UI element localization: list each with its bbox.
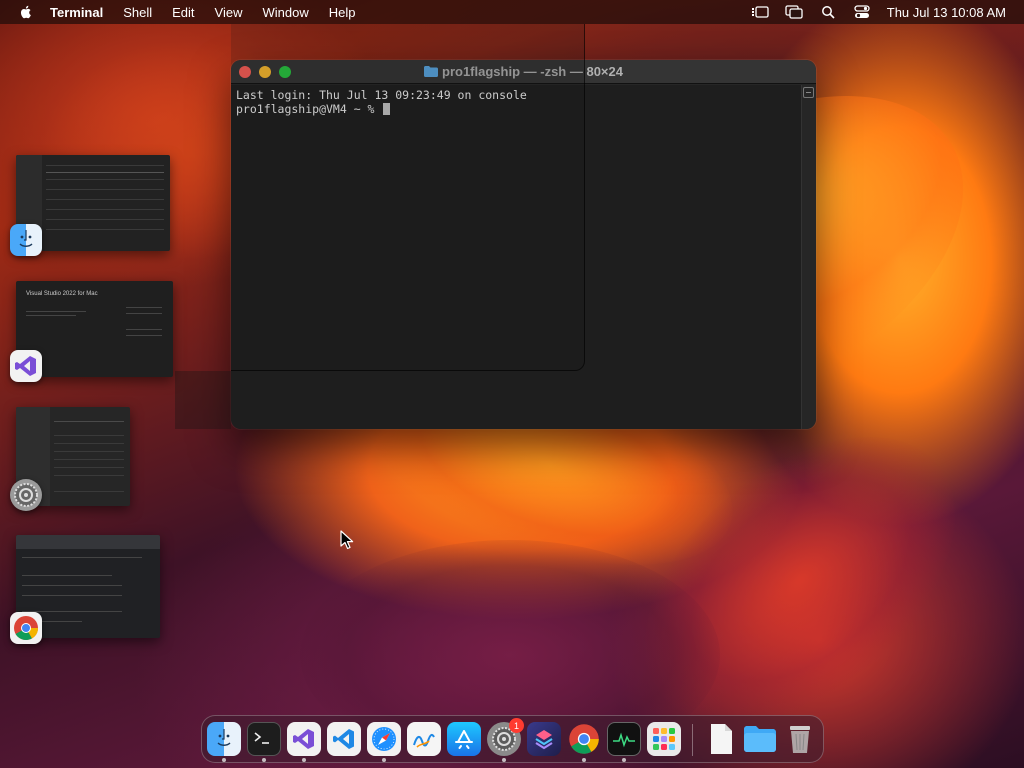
dock-trash-icon[interactable] — [783, 722, 817, 756]
folder-icon — [424, 66, 439, 77]
running-indicator — [382, 758, 386, 762]
dock-activity-monitor-icon[interactable] — [607, 722, 641, 756]
dock-terminal-icon[interactable] — [247, 722, 281, 756]
dock-shortcuts-icon[interactable] — [527, 722, 561, 756]
text-cursor — [383, 103, 391, 115]
split-pane-icon[interactable] — [803, 87, 814, 98]
running-indicator — [502, 758, 506, 762]
menu-view[interactable]: View — [215, 5, 243, 20]
terminal-titlebar[interactable]: pro1flagship — -zsh — 80×24 — [231, 60, 816, 84]
menu-window[interactable]: Window — [263, 5, 309, 20]
control-center-icon[interactable] — [853, 5, 871, 19]
apple-menu-icon[interactable] — [18, 4, 34, 20]
terminal-window: pro1flagship — -zsh — 80×24 Last login: … — [231, 60, 816, 429]
running-indicator — [622, 758, 626, 762]
terminal-line: Last login: Thu Jul 13 09:23:49 on conso… — [236, 88, 527, 102]
dock: 1 — [201, 715, 824, 763]
dock-finder-icon[interactable] — [207, 722, 241, 756]
dock-system-settings-icon[interactable]: 1 — [487, 718, 524, 756]
system-settings-icon[interactable] — [10, 479, 42, 511]
stage-manager-icon[interactable] — [751, 5, 769, 19]
finder-icon[interactable] — [10, 224, 42, 256]
dock-vscode-icon[interactable] — [327, 722, 361, 756]
dock-separator — [692, 724, 693, 756]
dock-launchpad-icon[interactable] — [647, 722, 681, 756]
window-overlay-shadow — [175, 371, 231, 429]
screen-mirroring-icon[interactable] — [785, 5, 803, 19]
menubar-clock[interactable]: Thu Jul 13 10:08 AM — [887, 5, 1006, 20]
dock-chrome-icon[interactable] — [567, 722, 601, 756]
menu-help[interactable]: Help — [329, 5, 356, 20]
dock-safari-icon[interactable] — [367, 722, 401, 756]
running-indicator — [582, 758, 586, 762]
menu-shell[interactable]: Shell — [123, 5, 152, 20]
chrome-icon[interactable] — [10, 612, 42, 644]
running-indicator — [262, 758, 266, 762]
dock-document-icon[interactable] — [704, 722, 738, 756]
terminal-content[interactable]: Last login: Thu Jul 13 09:23:49 on conso… — [231, 85, 801, 429]
menu-bar: Terminal Shell Edit View Window Help Thu… — [0, 0, 1024, 24]
terminal-prompt: pro1flagship@VM4 ~ % — [236, 102, 796, 116]
window-title: pro1flagship — -zsh — 80×24 — [231, 64, 816, 79]
window-title-text: pro1flagship — -zsh — 80×24 — [442, 64, 623, 79]
visual-studio-icon[interactable] — [10, 350, 42, 382]
mouse-pointer-icon — [340, 530, 354, 550]
dock-downloads-folder-icon[interactable] — [743, 722, 777, 756]
running-indicator — [302, 758, 306, 762]
stage-thumb-visual-studio-title: Visual Studio 2022 for Mac — [26, 291, 98, 297]
running-indicator — [222, 758, 226, 762]
menu-edit[interactable]: Edit — [172, 5, 194, 20]
notification-badge: 1 — [509, 718, 524, 733]
app-menu-terminal[interactable]: Terminal — [50, 5, 103, 20]
dock-freeform-icon[interactable] — [407, 722, 441, 756]
dock-app-store-icon[interactable] — [447, 722, 481, 756]
dock-visual-studio-icon[interactable] — [287, 722, 321, 756]
terminal-scrollbar[interactable] — [801, 85, 816, 429]
prompt-text: pro1flagship@VM4 ~ % — [236, 102, 382, 116]
spotlight-search-icon[interactable] — [819, 5, 837, 19]
